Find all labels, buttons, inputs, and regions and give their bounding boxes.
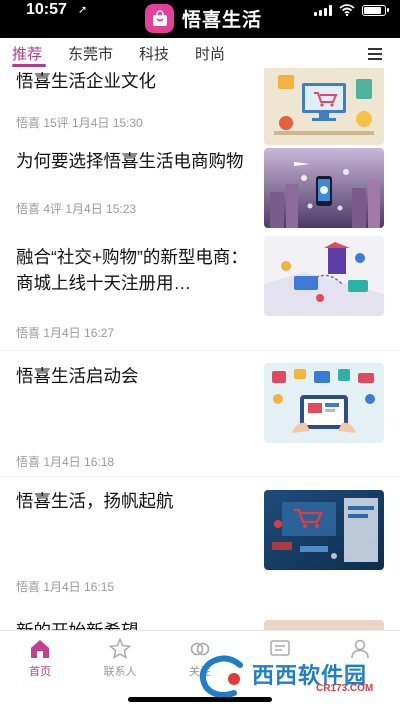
- article-title: 悟喜生活企业文化: [16, 71, 156, 91]
- active-tab-indicator: [12, 64, 46, 67]
- article-title: 为何要选择悟喜生活电商购物: [16, 151, 244, 171]
- article-feed: 悟喜生活企业文化 悟喜 15评 1月4日 15:30 为何要选择悟喜生活电商购物…: [0, 68, 400, 630]
- article-title: 悟喜生活启动会: [16, 366, 139, 386]
- app-brand: 悟喜生活: [145, 4, 262, 33]
- article-thumbnail: [264, 68, 384, 145]
- nav-contacts[interactable]: 联系人: [85, 637, 155, 679]
- location-arrow-icon: ➚: [78, 4, 88, 16]
- app-logo-icon: [145, 4, 174, 33]
- article-card[interactable]: 悟喜生活企业文化 悟喜 15评 1月4日 15:30: [0, 68, 400, 146]
- app-title: 悟喜生活: [182, 10, 263, 31]
- status-time: 10:57: [26, 1, 67, 18]
- article-title: 悟喜生活，扬帆起航: [16, 491, 174, 511]
- home-icon: [31, 640, 49, 658]
- tab-recommend[interactable]: 推荐: [12, 43, 42, 64]
- wifi-icon: [339, 4, 355, 16]
- tab-fashion[interactable]: 时尚: [195, 43, 225, 64]
- battery-icon: [362, 4, 389, 16]
- article-card[interactable]: 悟喜生活，扬帆起航 悟喜 1月4日 16:15: [0, 478, 400, 598]
- article-meta: 悟喜 1月4日 16:15: [16, 580, 115, 594]
- article-thumbnail: [264, 148, 384, 228]
- article-thumbnail: [264, 363, 384, 443]
- article-meta: 悟喜 1月4日 16:27: [16, 326, 115, 340]
- nav-contacts-label: 联系人: [103, 666, 137, 678]
- watermark: 西西软件园 CR173.COM: [196, 655, 392, 699]
- divider: [0, 476, 400, 477]
- article-title: 融合“社交+购物”的新型电商：商城上线十天注册用…: [16, 247, 248, 293]
- article-card[interactable]: 新的开始新希望: [0, 608, 400, 630]
- nav-home-label: 首页: [29, 666, 51, 678]
- article-thumbnail: [264, 620, 384, 630]
- top-bar: 10:57 ➚ 悟喜生活: [0, 0, 400, 38]
- article-meta: 悟喜 4评 1月4日 15:23: [16, 202, 137, 216]
- watermark-subtext: CR173.COM: [316, 683, 374, 694]
- article-thumbnail: [264, 236, 384, 316]
- cellular-signal-icon: [314, 4, 332, 16]
- tab-tech[interactable]: 科技: [139, 43, 169, 64]
- home-indicator: [128, 697, 272, 702]
- article-card[interactable]: 融合“社交+购物”的新型电商：商城上线十天注册用… 悟喜 1月4日 16:27: [0, 236, 400, 346]
- star-icon: [108, 637, 132, 659]
- menu-icon[interactable]: [368, 48, 382, 60]
- divider: [0, 350, 400, 351]
- category-tabs: 推荐 东莞市 科技 时尚: [0, 38, 400, 68]
- status-indicators: [314, 4, 389, 16]
- article-card[interactable]: 为何要选择悟喜生活电商购物 悟喜 4评 1月4日 15:23: [0, 146, 400, 236]
- article-thumbnail: [264, 490, 384, 570]
- watermark-logo-icon: [199, 655, 243, 698]
- tab-dongguan[interactable]: 东莞市: [68, 43, 113, 64]
- nav-home[interactable]: 首页: [5, 637, 75, 679]
- article-title: 新的开始新希望: [16, 618, 248, 630]
- article-meta: 悟喜 1月4日 16:18: [16, 455, 115, 469]
- article-meta: 悟喜 15评 1月4日 15:30: [16, 116, 143, 130]
- article-card[interactable]: 悟喜生活启动会 悟喜 1月4日 16:18: [0, 358, 400, 476]
